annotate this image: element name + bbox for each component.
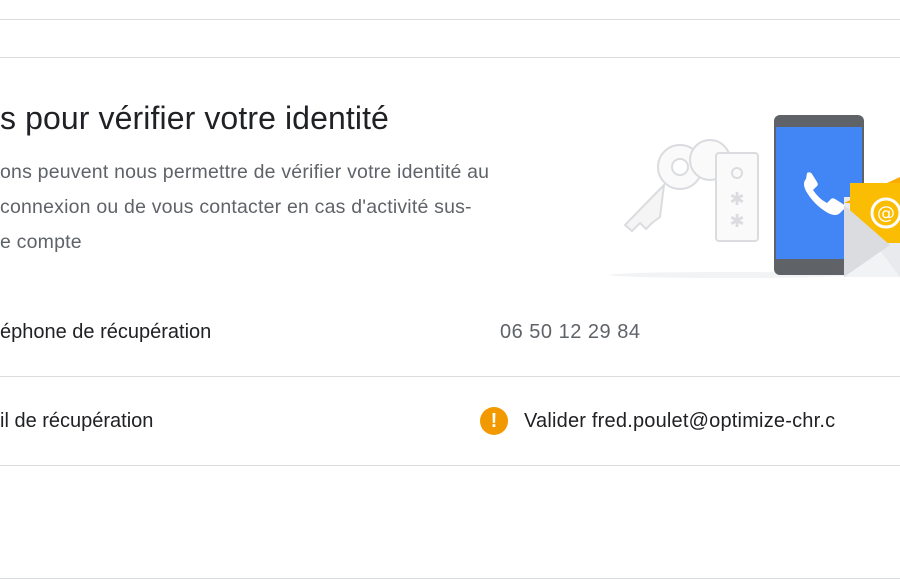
warning-icon: ! [480, 407, 508, 435]
svg-text:@: @ [877, 203, 895, 224]
description-line-2: connexion ou de vous contacter en cas d'… [0, 196, 472, 218]
password-card-icon: ✱ ✱ [715, 152, 759, 242]
section-title: s pour vérifier votre identité [0, 100, 389, 136]
section-description: ons peuvent nous permettre de vérifier v… [0, 155, 600, 260]
row-divider [0, 465, 900, 466]
recovery-email-label: il de récupération [0, 410, 154, 432]
recovery-phone-row[interactable]: éphone de récupération 06 50 12 29 84 [0, 288, 900, 376]
keys-icon [623, 139, 731, 233]
recovery-phone-value: 06 50 12 29 84 [500, 321, 641, 343]
recovery-email-value: ! Valider fred.poulet@optimize-chr.c [480, 377, 836, 465]
svg-text:✱: ✱ [729, 211, 744, 232]
recovery-email-row[interactable]: il de récupération ! Valider fred.poulet… [0, 377, 900, 465]
previous-card [0, 0, 900, 20]
description-line-1: ons peuvent nous permettre de vérifier v… [0, 161, 490, 183]
security-illustration: ✱ ✱ @ [610, 115, 900, 278]
recovery-phone-label: éphone de récupération [0, 321, 212, 343]
svg-text:✱: ✱ [729, 189, 744, 210]
description-line-3: e compte [0, 231, 82, 253]
email-envelope-icon: @ [844, 177, 900, 277]
recovery-email-text: Valider fred.poulet@optimize-chr.c [524, 410, 836, 432]
